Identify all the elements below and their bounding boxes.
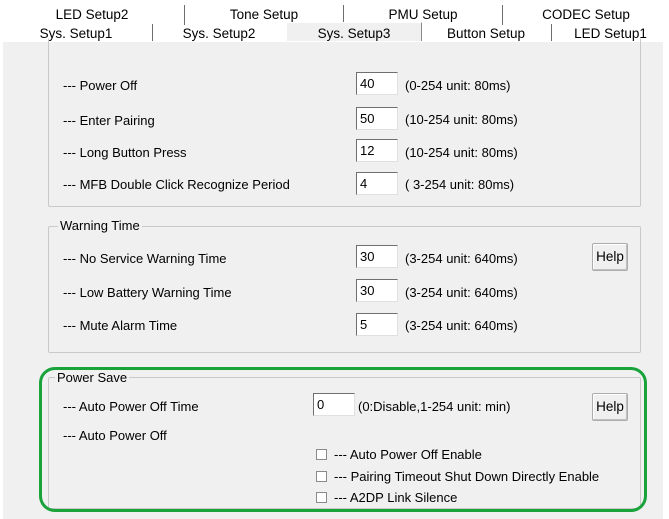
tab-label: LED Setup2 — [55, 7, 129, 22]
tab-label: Tone Setup — [229, 7, 299, 22]
mute-alarm-input[interactable] — [356, 313, 398, 336]
long-button-press-unit: (10-254 unit: 80ms) — [405, 145, 518, 160]
low-battery-warning-input[interactable] — [356, 279, 398, 302]
power-off-unit: (0-254 unit: 80ms) — [405, 78, 511, 93]
no-service-warning-unit: (3-254 unit: 640ms) — [405, 251, 518, 266]
tab-label: CODEC Setup — [542, 7, 630, 22]
enter-pairing-input[interactable] — [356, 107, 398, 130]
power-off-label: --- Power Off — [63, 78, 138, 93]
long-button-press-label: --- Long Button Press — [63, 145, 187, 160]
mute-alarm-unit: (3-254 unit: 640ms) — [405, 318, 518, 333]
enter-pairing-label: --- Enter Pairing — [63, 113, 155, 128]
power-save-highlight-outline — [39, 367, 647, 512]
panel-edge — [663, 41, 669, 518]
mfb-double-click-label: --- MFB Double Click Recognize Period — [63, 177, 290, 192]
long-button-press-input[interactable] — [356, 139, 398, 162]
warning-time-title: Warning Time — [58, 218, 142, 233]
warning-time-help-button[interactable]: Help — [592, 243, 628, 271]
low-battery-warning-unit: (3-254 unit: 640ms) — [405, 285, 518, 300]
mute-alarm-label: --- Mute Alarm Time — [63, 318, 178, 333]
low-battery-warning-label: --- Low Battery Warning Time — [63, 285, 232, 300]
enter-pairing-unit: (10-254 unit: 80ms) — [405, 112, 518, 127]
tab-label: PMU Setup — [388, 7, 458, 22]
mfb-double-click-input[interactable] — [356, 172, 398, 195]
tab-led-setup2[interactable]: LED Setup2 — [0, 5, 185, 25]
no-service-warning-input[interactable] — [356, 245, 398, 268]
mfb-double-click-unit: ( 3-254 unit: 80ms) — [405, 177, 515, 192]
power-off-input[interactable] — [356, 72, 398, 95]
no-service-warning-label: --- No Service Warning Time — [63, 251, 227, 266]
tab-codec-setup[interactable]: CODEC Setup — [503, 5, 669, 25]
